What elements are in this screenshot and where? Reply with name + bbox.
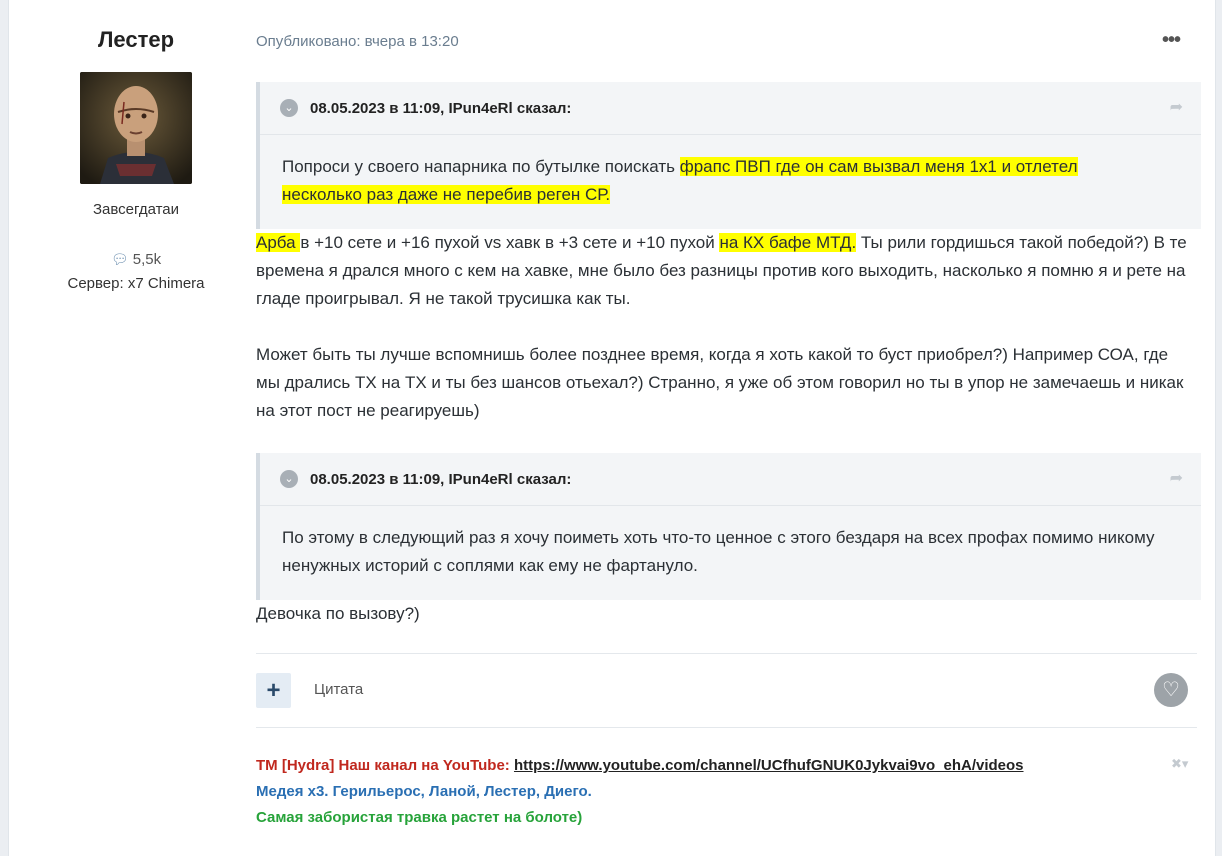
- paragraph-text: в +10 сете и +16 пухой vs хавк в +3 сете…: [300, 233, 720, 252]
- author-server: Сервер: x7 Chimera: [67, 275, 205, 292]
- post-date[interactable]: Опубликовано: вчера в 13:20: [256, 33, 459, 50]
- avatar-image: [80, 72, 192, 184]
- signature-line: Медея х3. Герильерос, Ланой, Лестер, Дие…: [256, 783, 592, 800]
- quote-text: Попроси у своего напарника по бутылке по…: [260, 135, 1201, 229]
- heart-icon[interactable]: ♡: [1154, 673, 1188, 707]
- reputation-value: 5,5k: [132, 251, 162, 268]
- multiquote-button[interactable]: +: [256, 673, 291, 708]
- close-icon[interactable]: ✖▾: [1171, 756, 1188, 772]
- post-paragraph: Арба в +10 сете и +16 пухой vs хавк в +3…: [256, 229, 1196, 313]
- quote-button[interactable]: Цитата: [314, 681, 363, 698]
- chevron-down-icon[interactable]: ⌄: [280, 99, 298, 117]
- signature-text: ТМ [Hydra] Наш канал на YouTube:: [256, 757, 514, 774]
- share-icon[interactable]: ➦: [1170, 468, 1183, 488]
- post-paragraph: Девочка по вызову?): [256, 604, 420, 623]
- divider: [256, 653, 1197, 654]
- quote-text-plain: Попроси у своего напарника по бутылке по…: [282, 157, 680, 176]
- comment-icon: 💬︎: [110, 251, 129, 267]
- forum-post: Лестер Завсегдатаи 💬︎ 5,5k Сервер: x7 Ch…: [8, 0, 1216, 856]
- chevron-down-icon[interactable]: ⌄: [280, 470, 298, 488]
- more-options-icon[interactable]: •••: [1162, 29, 1181, 52]
- quote-block: ⌄ 08.05.2023 в 11:09, IPun4eRl сказал: ➦…: [256, 82, 1201, 229]
- signature-line: ТМ [Hydra] Наш канал на YouTube: https:/…: [256, 757, 1024, 774]
- quote-header: ⌄ 08.05.2023 в 11:09, IPun4eRl сказал: ➦: [260, 453, 1201, 506]
- quote-citation[interactable]: 08.05.2023 в 11:09, IPun4eRl сказал:: [310, 471, 571, 488]
- highlighted-text: несколько раз даже не перебив реген СР.: [282, 185, 611, 204]
- author-rank: Завсегдатаи: [92, 201, 180, 218]
- author-reputation[interactable]: 💬︎ 5,5k: [9, 251, 263, 268]
- quote-citation[interactable]: 08.05.2023 в 11:09, IPun4eRl сказал:: [310, 100, 571, 117]
- author-name[interactable]: Лестер: [9, 27, 263, 53]
- divider: [256, 727, 1197, 728]
- quote-block: ⌄ 08.05.2023 в 11:09, IPun4eRl сказал: ➦…: [256, 453, 1201, 600]
- highlighted-text: фрапс ПВП где он сам вызвал меня 1х1 и о…: [679, 157, 1078, 176]
- post-paragraph: Может быть ты лучше вспомнишь более позд…: [256, 345, 1184, 420]
- youtube-link[interactable]: https://www.youtube.com/channel/UCfhufGN…: [514, 757, 1024, 774]
- quote-text: По этому в следующий раз я хочу поиметь …: [282, 528, 1155, 575]
- share-icon[interactable]: ➦: [1170, 97, 1183, 117]
- avatar[interactable]: [80, 72, 192, 184]
- highlighted-text: на КХ бафе МТД.: [719, 233, 857, 252]
- signature-line: Самая забористая травка растет на болоте…: [256, 809, 583, 826]
- highlighted-text: Арба: [256, 233, 301, 252]
- quote-header: ⌄ 08.05.2023 в 11:09, IPun4eRl сказал: ➦: [260, 82, 1201, 135]
